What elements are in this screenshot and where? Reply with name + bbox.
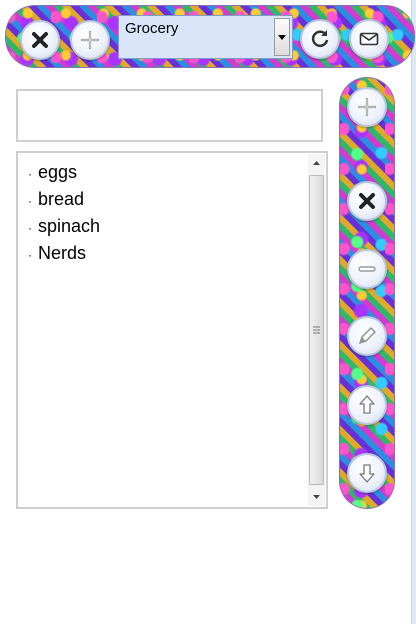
side-toolbar: [339, 77, 395, 509]
delete-item-button[interactable]: [347, 181, 387, 221]
scrollbar-thumb[interactable]: [309, 175, 324, 485]
pencil-icon: [358, 327, 376, 345]
dropdown-arrow-button[interactable]: [274, 18, 290, 56]
arrow-up-icon: [359, 395, 375, 414]
item-input[interactable]: [16, 89, 323, 142]
move-up-button[interactable]: [347, 385, 387, 425]
list-selector[interactable]: Grocery: [118, 15, 293, 59]
list-item[interactable]: · bread: [28, 186, 100, 213]
list-scrollbar[interactable]: [308, 154, 325, 506]
scroll-up-button[interactable]: [308, 154, 325, 172]
edit-item-button[interactable]: [347, 316, 387, 356]
caret-down-icon: [313, 495, 320, 499]
scroll-down-button[interactable]: [308, 488, 325, 506]
grip-icon: [313, 326, 320, 334]
arrow-down-icon: [359, 464, 375, 483]
window-edge: [411, 0, 416, 624]
add-list-button[interactable]: [70, 20, 110, 60]
plus-icon: [80, 30, 100, 50]
item-list[interactable]: · eggs · bread · spinach · Nerds: [16, 151, 328, 509]
mail-icon: [359, 32, 379, 46]
close-icon: [32, 32, 48, 48]
list-item[interactable]: · Nerds: [28, 240, 100, 267]
list-item[interactable]: · eggs: [28, 159, 100, 186]
chevron-down-icon: [278, 34, 286, 40]
list-selector-value: Grocery: [125, 20, 179, 37]
close-list-button[interactable]: [20, 20, 60, 60]
caret-up-icon: [313, 161, 320, 165]
move-down-button[interactable]: [347, 453, 387, 493]
refresh-icon: [311, 30, 329, 47]
minus-icon: [358, 266, 376, 272]
add-item-button[interactable]: [347, 87, 387, 127]
refresh-button[interactable]: [300, 19, 340, 59]
email-button[interactable]: [349, 19, 389, 59]
remove-item-button[interactable]: [347, 249, 387, 289]
plus-icon: [357, 97, 377, 117]
list-item[interactable]: · spinach: [28, 213, 100, 240]
close-icon: [359, 193, 375, 209]
